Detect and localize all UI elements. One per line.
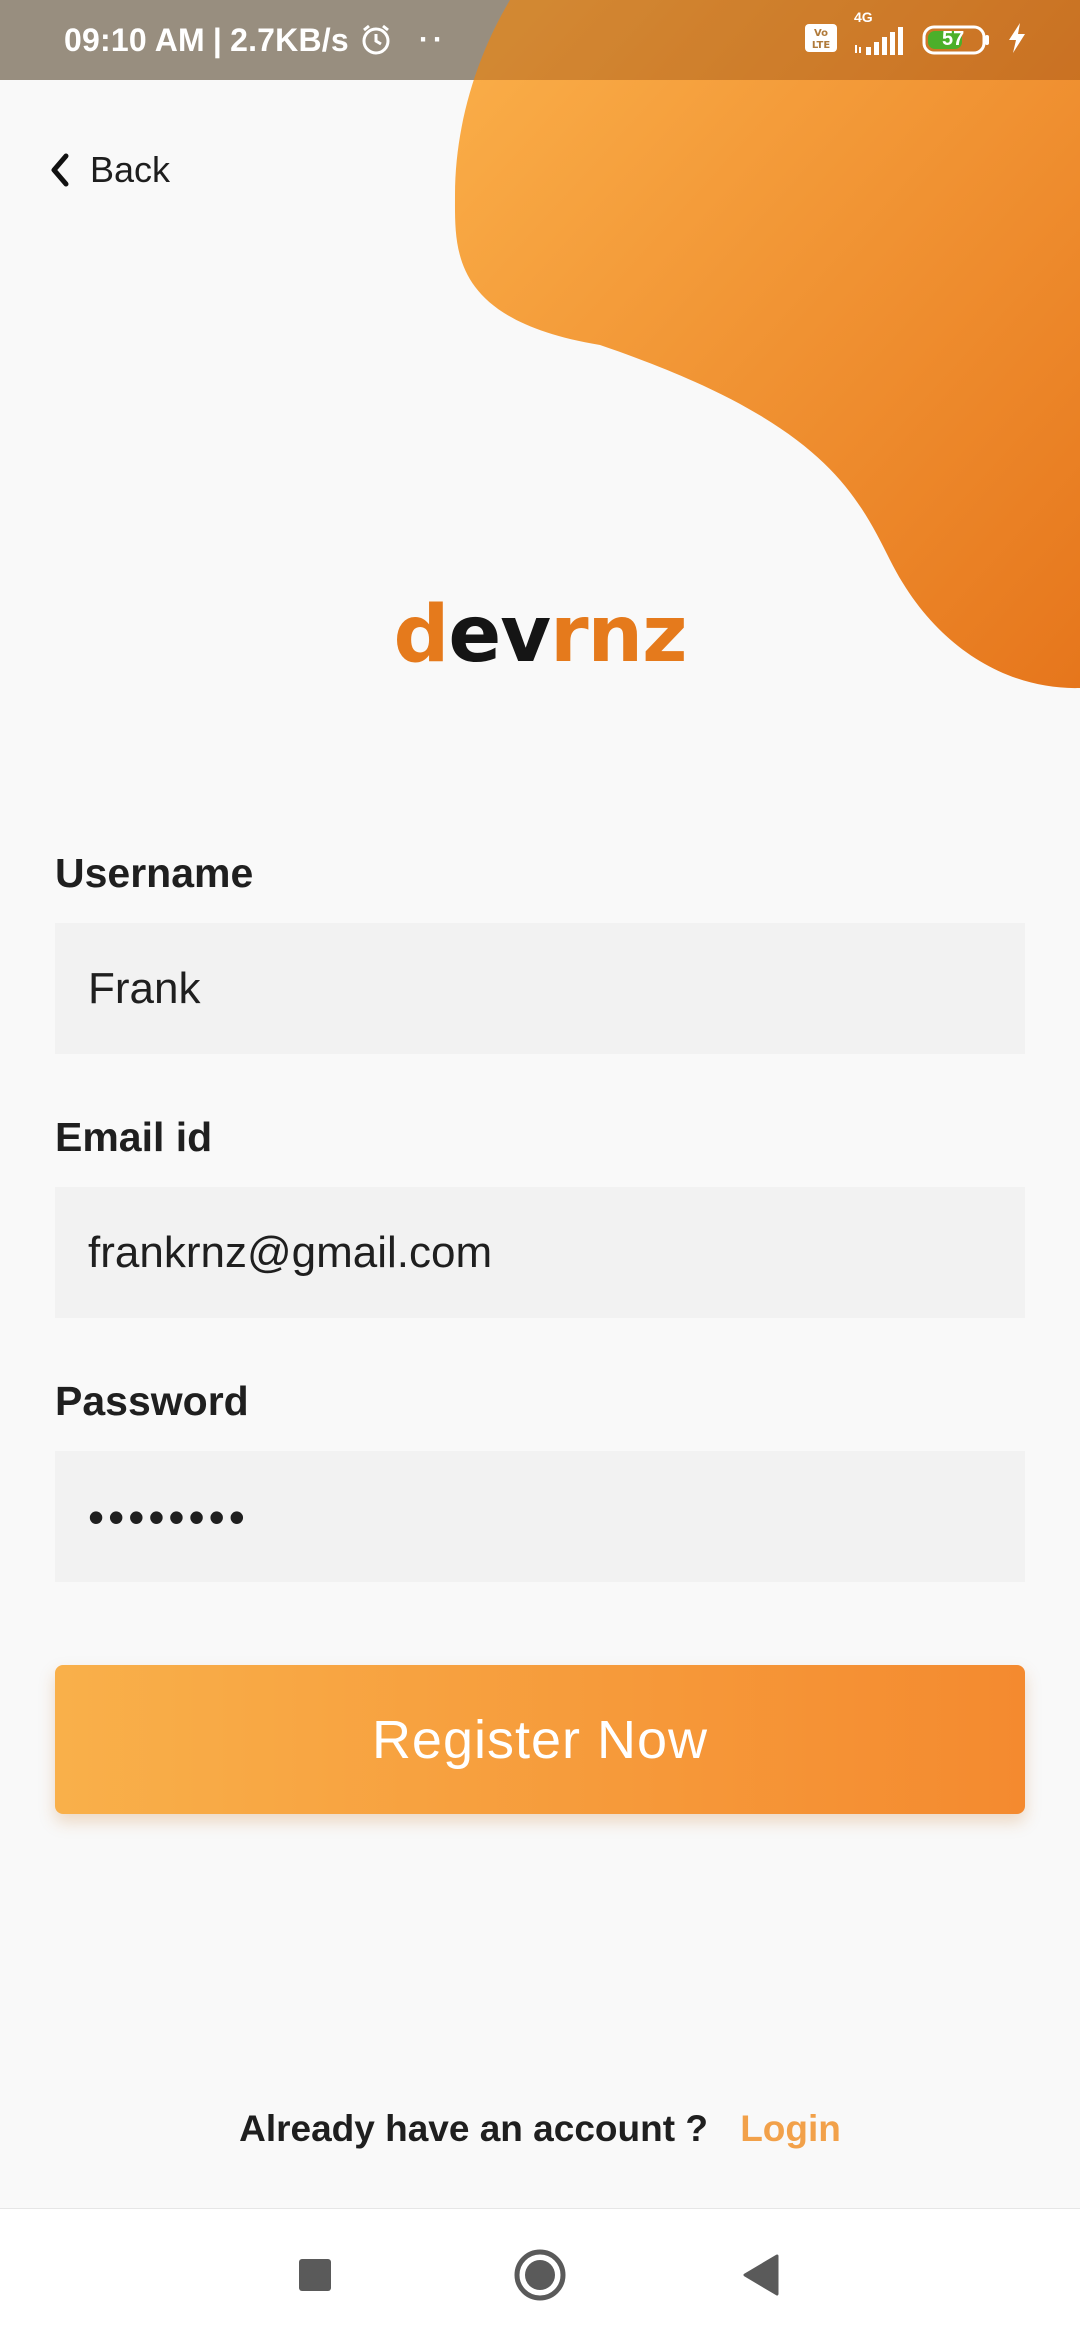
battery-level: 57 [942,28,965,50]
signal-icon: 4G [852,9,908,57]
username-label: Username [55,850,254,896]
logo-part-ev: ev [448,590,551,680]
system-back-button[interactable] [720,2209,800,2341]
status-bar: 09:10 AM | 2.7KB/s ·· Vo LTE 4G 57 [0,0,1080,80]
logo-part-d: d [393,590,450,680]
password-label: Password [55,1378,249,1424]
charging-icon [1006,22,1028,59]
status-left: 09:10 AM | 2.7KB/s ·· [64,0,447,80]
email-field[interactable]: frankrnz@gmail.com [55,1187,1025,1318]
status-speed: 2.7KB/s [230,21,349,58]
svg-text:Vo: Vo [814,28,828,39]
login-prompt-text: Already have an account ? [239,2108,708,2149]
volte-icon: Vo LTE [804,23,838,58]
back-triangle-icon [741,2254,779,2296]
username-field[interactable]: Frank [55,923,1025,1054]
chevron-left-icon [48,152,72,188]
recents-icon [298,2258,332,2292]
back-button[interactable]: Back [48,140,170,200]
status-time: 09:10 AM [64,21,205,58]
status-separator: | [212,21,223,58]
home-button[interactable] [500,2209,580,2341]
logo-part-rnz: rnz [550,590,687,680]
status-right: Vo LTE 4G 57 [804,0,1028,80]
password-field[interactable]: •••••••• [55,1451,1025,1582]
password-value: •••••••• [88,1490,249,1543]
register-button[interactable]: Register Now [55,1665,1025,1814]
brand-logo: devrnz [0,590,1080,680]
username-value: Frank [88,963,201,1013]
system-navigation-bar [0,2208,1080,2341]
email-value: frankrnz@gmail.com [88,1227,493,1277]
battery-icon: 57 [922,24,992,56]
alarm-icon [359,23,393,57]
email-label: Email id [55,1114,213,1160]
login-prompt: Already have an account ? Login [0,2108,1080,2150]
home-icon [513,2248,567,2302]
status-more-dots: ·· [418,23,447,56]
network-type: 4G [854,9,873,25]
back-label: Back [90,149,171,190]
recents-button[interactable] [275,2209,355,2341]
register-label: Register Now [371,1709,709,1770]
svg-text:LTE: LTE [812,40,831,51]
login-link[interactable]: Login [740,2108,841,2149]
